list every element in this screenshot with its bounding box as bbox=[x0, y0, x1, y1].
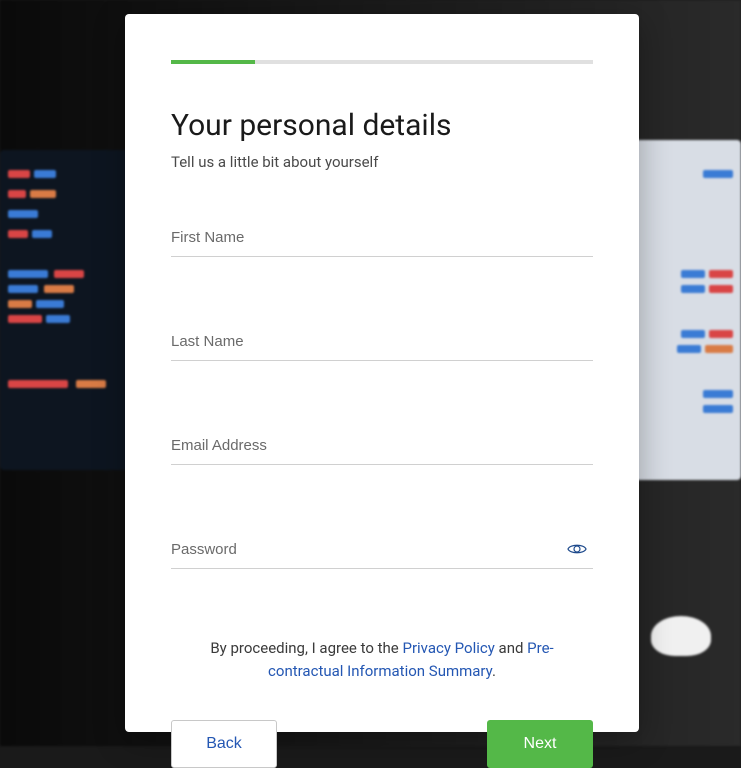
consent-prefix: By proceeding, I agree to the bbox=[210, 639, 402, 657]
bg-monitor-right bbox=[631, 140, 741, 480]
email-field[interactable] bbox=[171, 429, 593, 465]
eye-icon bbox=[567, 542, 587, 556]
page-subtitle: Tell us a little bit about yourself bbox=[171, 153, 593, 171]
first-name-field[interactable] bbox=[171, 221, 593, 257]
password-field-wrapper bbox=[171, 533, 593, 569]
bg-cup bbox=[651, 616, 711, 656]
next-button[interactable]: Next bbox=[487, 720, 593, 768]
email-field-wrapper bbox=[171, 429, 593, 465]
progress-fill bbox=[171, 60, 255, 64]
password-field[interactable] bbox=[171, 533, 593, 569]
last-name-field[interactable] bbox=[171, 325, 593, 361]
toggle-password-visibility[interactable] bbox=[565, 537, 589, 561]
button-row: Back Next bbox=[171, 720, 593, 768]
back-button[interactable]: Back bbox=[171, 720, 277, 768]
consent-suffix: . bbox=[492, 662, 496, 680]
bg-monitor-left bbox=[0, 150, 130, 470]
page-title: Your personal details bbox=[171, 108, 593, 143]
consent-text: By proceeding, I agree to the Privacy Po… bbox=[171, 637, 593, 682]
progress-bar bbox=[171, 60, 593, 64]
consent-mid: and bbox=[495, 639, 527, 657]
signup-card: Your personal details Tell us a little b… bbox=[125, 14, 639, 732]
privacy-policy-link[interactable]: Privacy Policy bbox=[402, 639, 494, 657]
last-name-field-wrapper bbox=[171, 325, 593, 361]
first-name-field-wrapper bbox=[171, 221, 593, 257]
